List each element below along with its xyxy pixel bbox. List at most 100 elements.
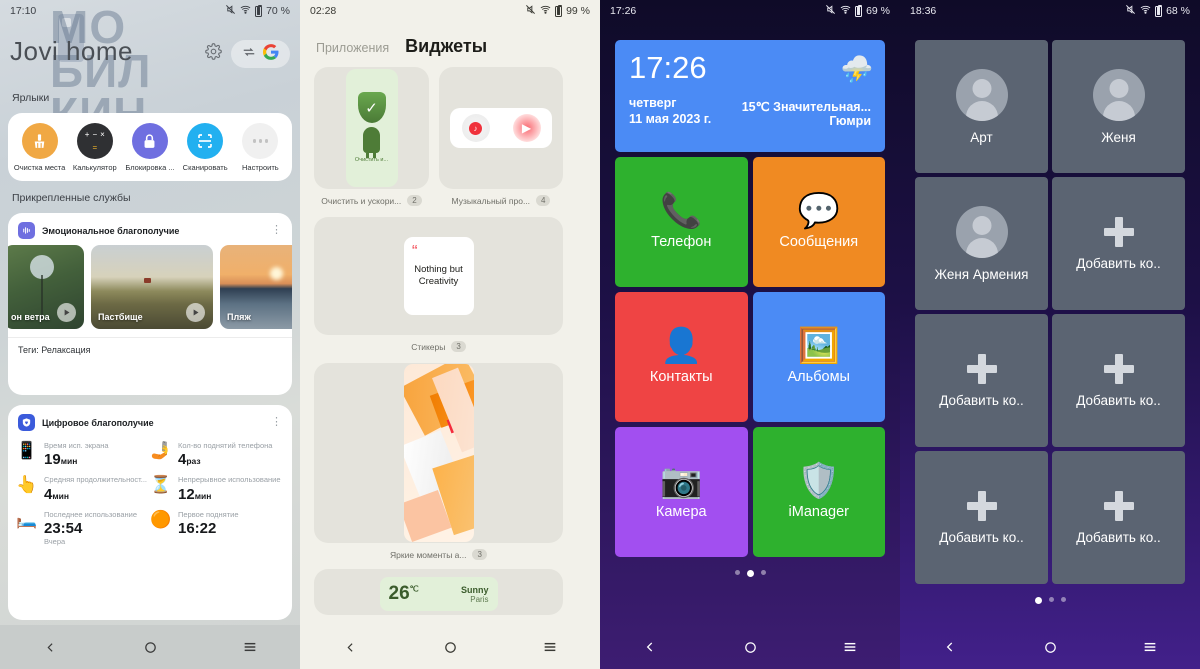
- waveform-icon: [18, 222, 35, 239]
- shortcut-item-lock[interactable]: Блокировка ...: [124, 123, 176, 172]
- play-icon[interactable]: [57, 303, 76, 322]
- stat-item: 📱 Время исп. экрана 19мин: [16, 441, 150, 468]
- more-dots-icon: [242, 123, 279, 159]
- google-icon: [263, 43, 279, 65]
- sound-thumb[interactable]: он ветра: [8, 245, 84, 329]
- widget-count: 3: [451, 341, 466, 352]
- back-icon[interactable]: [330, 632, 370, 662]
- widget-card-bright-moments[interactable]: [314, 363, 563, 543]
- contact-label: Арт: [970, 129, 993, 145]
- stat-key: Последнее использование: [44, 509, 138, 519]
- moon-bed-icon: 🛏️: [16, 509, 38, 529]
- app-tile-imanager[interactable]: 🛡️ iManager: [752, 427, 885, 557]
- tab-widgets[interactable]: Виджеты: [405, 36, 487, 57]
- battery-icon: [555, 4, 563, 17]
- contact-tile[interactable]: Арт: [915, 40, 1048, 173]
- app-label: Камера: [655, 504, 707, 520]
- page-dot-active[interactable]: [1034, 597, 1042, 604]
- app-tile-contacts[interactable]: 👤 Контакты: [615, 292, 748, 422]
- gear-icon[interactable]: [205, 43, 222, 65]
- page-indicator: [615, 570, 885, 577]
- widget-caption: Очистить и ускори...: [321, 195, 402, 206]
- home-icon[interactable]: [1030, 632, 1070, 662]
- battery-percent: 99 %: [566, 5, 590, 17]
- widget-count: 4: [536, 195, 551, 206]
- add-contact-tile[interactable]: Добавить ко..: [1052, 177, 1185, 310]
- page-dot[interactable]: [1060, 597, 1066, 602]
- shield-heart-icon: [18, 414, 35, 431]
- widget-row-3: [300, 363, 600, 543]
- status-bar: 18:36 68 %: [900, 0, 1200, 22]
- more-vertical-icon[interactable]: ⋮: [271, 225, 282, 236]
- clock-weather-widget[interactable]: 17:26 ⛈️ четверг 11 мая 2023 г. 15℃ Знач…: [615, 40, 885, 152]
- stat-unit: мин: [194, 490, 212, 501]
- shortcut-item-customize[interactable]: Настроить: [234, 123, 286, 172]
- widget-card-clean[interactable]: ✓ Очистить и...: [314, 67, 429, 189]
- home-icon[interactable]: [430, 632, 470, 662]
- phone-icon: 📞: [660, 192, 703, 230]
- shortcut-item-calculator[interactable]: + − × = Калькулятор: [69, 123, 121, 172]
- recents-icon[interactable]: [230, 632, 270, 662]
- app-tile-phone[interactable]: 📞 Телефон: [615, 157, 748, 287]
- home-icon[interactable]: [130, 632, 170, 662]
- shortcut-item-clean[interactable]: Очистка места: [14, 123, 66, 172]
- back-icon[interactable]: [630, 632, 670, 662]
- weather-city: Paris: [470, 594, 489, 604]
- add-contact-tile[interactable]: Добавить ко..: [1052, 451, 1185, 584]
- broom-icon: [21, 123, 58, 159]
- add-contact-tile[interactable]: Добавить ко..: [915, 314, 1048, 447]
- recents-icon[interactable]: [530, 632, 570, 662]
- imanager-icon: 🛡️: [797, 462, 840, 500]
- wifi-icon: [1140, 4, 1151, 18]
- status-time: 17:10: [10, 5, 37, 17]
- stat-value: 19: [44, 451, 61, 469]
- back-icon[interactable]: [30, 632, 70, 662]
- contact-tile[interactable]: Женя: [1052, 40, 1185, 173]
- app-tile-albums[interactable]: 🖼️ Альбомы: [752, 292, 885, 422]
- page-dot[interactable]: [760, 570, 766, 575]
- shortcut-label: Калькулятор: [72, 163, 117, 172]
- add-contact-tile[interactable]: Добавить ко..: [1052, 314, 1185, 447]
- stat-key: Время исп. экрана: [44, 441, 109, 450]
- google-search-pill[interactable]: [231, 40, 290, 68]
- emotional-wellbeing-card[interactable]: Эмоциональное благополучие ⋮ он ветра Па…: [8, 213, 292, 395]
- home-toolbar: [205, 40, 290, 68]
- message-icon: 💬: [797, 192, 840, 230]
- page-title: Jovi home: [10, 36, 133, 66]
- beach-thumb[interactable]: Пляж: [220, 245, 292, 329]
- tab-apps[interactable]: Приложения: [316, 41, 389, 55]
- recents-icon[interactable]: [830, 632, 870, 662]
- back-icon[interactable]: [930, 632, 970, 662]
- contact-tile[interactable]: Женя Армения: [915, 177, 1048, 310]
- meadow-thumb[interactable]: Пастбище: [91, 245, 213, 329]
- clock-time: 17:26: [629, 50, 707, 85]
- play-icon[interactable]: [186, 303, 205, 322]
- page-dot[interactable]: [734, 570, 740, 575]
- contact-grid: Арт Женя Женя Армения Добавить ко.. Доба…: [900, 22, 1200, 584]
- widget-caption: Яркие моменты а...: [390, 549, 467, 560]
- widget-card-music[interactable]: ♪ ▶: [439, 67, 563, 189]
- widget-card-stickers[interactable]: “ Nothing but Creativity: [314, 217, 563, 335]
- wifi-icon: [240, 4, 251, 18]
- add-contact-tile[interactable]: Добавить ко..: [915, 451, 1048, 584]
- shortcut-item-scan[interactable]: Сканировать: [179, 123, 231, 172]
- home-icon[interactable]: [730, 632, 770, 662]
- recents-icon[interactable]: [1130, 632, 1170, 662]
- app-tile-messages[interactable]: 💬 Сообщения: [752, 157, 885, 287]
- more-vertical-icon[interactable]: ⋮: [271, 417, 282, 428]
- weather-condition: Sunny: [460, 584, 489, 595]
- page-dot-active[interactable]: [746, 570, 754, 577]
- digital-wellbeing-card[interactable]: Цифровое благополучие ⋮ 📱 Время исп. экр…: [8, 405, 292, 620]
- contact-label: Добавить ко..: [939, 392, 1024, 408]
- app-grid: 📞 Телефон 💬 Сообщения 👤 Контакты 🖼️ Альб…: [615, 157, 885, 557]
- shortcut-label: Очистка места: [13, 163, 66, 172]
- contact-label: Женя Армения: [934, 266, 1029, 282]
- app-tile-camera[interactable]: 📷 Камера: [615, 427, 748, 557]
- status-time: 17:26: [610, 5, 637, 17]
- mute-icon: [1125, 4, 1136, 18]
- page-dot[interactable]: [1048, 597, 1054, 602]
- widget-card-weather[interactable]: 26℃ Sunny Paris: [314, 569, 563, 615]
- hourglass-icon: ⏳: [150, 475, 172, 495]
- panel-easy-contacts: 18:36 68 % Арт Женя Женя Армения Добавит…: [900, 0, 1200, 669]
- widget-row-1: ✓ Очистить и... ♪ ▶: [300, 67, 600, 189]
